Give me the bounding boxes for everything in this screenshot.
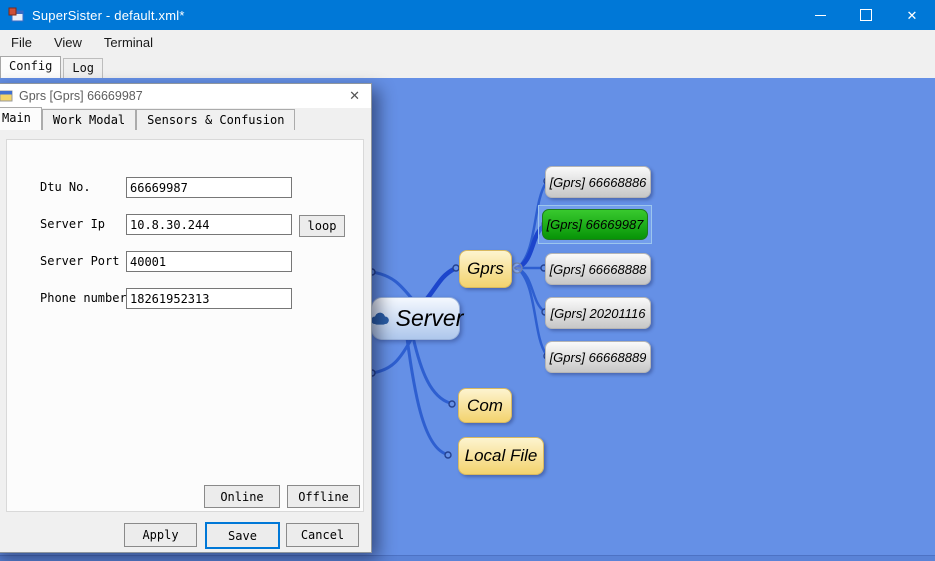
apply-button[interactable]: Apply bbox=[124, 523, 197, 547]
app-window: SuperSister - default.xml* ✕ File View T… bbox=[0, 0, 935, 561]
server-ip-input[interactable] bbox=[126, 214, 292, 235]
dialog-main-panel: Dtu No. Server Ip loop Server Port Phone… bbox=[6, 139, 364, 512]
dialog-close-icon[interactable]: ✕ bbox=[349, 88, 360, 104]
node-label: Server bbox=[396, 305, 464, 332]
node-label: [Gprs] 66668886 bbox=[550, 175, 647, 190]
node-label: Com bbox=[467, 396, 503, 416]
server-ip-label: Server Ip bbox=[40, 217, 105, 231]
node-label: Gprs bbox=[467, 259, 504, 279]
collapse-toggle-icon bbox=[512, 263, 522, 273]
menu-file[interactable]: File bbox=[0, 31, 43, 54]
save-button[interactable]: Save bbox=[205, 522, 280, 549]
online-button[interactable]: Online bbox=[204, 485, 280, 508]
node-gprs-child[interactable]: [Gprs] 20201116 bbox=[545, 297, 651, 329]
dtu-no-input[interactable] bbox=[126, 177, 292, 198]
node-gprs[interactable]: Gprs bbox=[459, 250, 512, 288]
node-label: [Gprs] 66669987 bbox=[547, 217, 644, 232]
form-icon bbox=[0, 89, 13, 103]
node-com[interactable]: Com bbox=[458, 388, 512, 423]
titlebar: SuperSister - default.xml* ✕ bbox=[0, 0, 935, 30]
node-label: [Gprs] 20201116 bbox=[551, 306, 646, 321]
tab-log[interactable]: Log bbox=[63, 58, 103, 78]
menu-bar: File View Terminal bbox=[0, 30, 935, 55]
node-local-file[interactable]: Local File bbox=[458, 437, 544, 475]
dialog-title: Gprs [Gprs] 66669987 bbox=[19, 89, 143, 103]
node-server[interactable]: Server bbox=[371, 297, 460, 340]
selection-border: [Gprs] 66669987 bbox=[538, 205, 652, 244]
offline-button[interactable]: Offline bbox=[287, 485, 360, 508]
node-gprs-child-selected[interactable]: [Gprs] 66669987 bbox=[542, 209, 648, 240]
server-port-input[interactable] bbox=[126, 251, 292, 272]
server-port-label: Server Port bbox=[40, 254, 119, 268]
window-title: SuperSister - default.xml* bbox=[32, 8, 185, 23]
gprs-config-dialog: Gprs [Gprs] 66669987 ✕ Main Work Modal S… bbox=[0, 83, 372, 553]
loop-button[interactable]: loop bbox=[299, 215, 345, 237]
node-label: [Gprs] 66668889 bbox=[550, 350, 647, 365]
maximize-icon bbox=[860, 9, 872, 21]
menu-terminal[interactable]: Terminal bbox=[93, 31, 164, 54]
dialog-tab-main[interactable]: Main bbox=[0, 107, 42, 130]
node-label: [Gprs] 66668888 bbox=[550, 262, 647, 277]
window-controls: ✕ bbox=[797, 0, 935, 30]
dialog-tabstrip: Main Work Modal Sensors & Confusion bbox=[0, 108, 295, 130]
node-label: Local File bbox=[465, 446, 538, 466]
minimize-button[interactable] bbox=[797, 0, 843, 30]
dtu-no-label: Dtu No. bbox=[40, 180, 91, 194]
phone-number-input[interactable] bbox=[126, 288, 292, 309]
cancel-button[interactable]: Cancel bbox=[286, 523, 359, 547]
dialog-titlebar: Gprs [Gprs] 66669987 ✕ bbox=[0, 84, 371, 108]
dialog-tab-work-modal[interactable]: Work Modal bbox=[42, 109, 136, 130]
minimize-icon bbox=[815, 15, 826, 16]
dialog-tab-sensors[interactable]: Sensors & Confusion bbox=[136, 109, 295, 130]
close-button[interactable]: ✕ bbox=[889, 0, 935, 30]
app-icon bbox=[8, 7, 24, 23]
menu-view[interactable]: View bbox=[43, 31, 93, 54]
mindmap-canvas: Server Gprs Com Local File [Gprs] 666688… bbox=[0, 78, 935, 561]
node-gprs-child[interactable]: [Gprs] 66668886 bbox=[545, 166, 651, 198]
close-icon: ✕ bbox=[907, 9, 918, 22]
phone-number-label: Phone number bbox=[40, 291, 127, 305]
node-gprs-child[interactable]: [Gprs] 66668888 bbox=[545, 253, 651, 285]
main-tabstrip: Config Log bbox=[0, 55, 935, 78]
tab-config[interactable]: Config bbox=[0, 56, 61, 78]
node-gprs-child[interactable]: [Gprs] 66668889 bbox=[545, 341, 651, 373]
maximize-button[interactable] bbox=[843, 0, 889, 30]
